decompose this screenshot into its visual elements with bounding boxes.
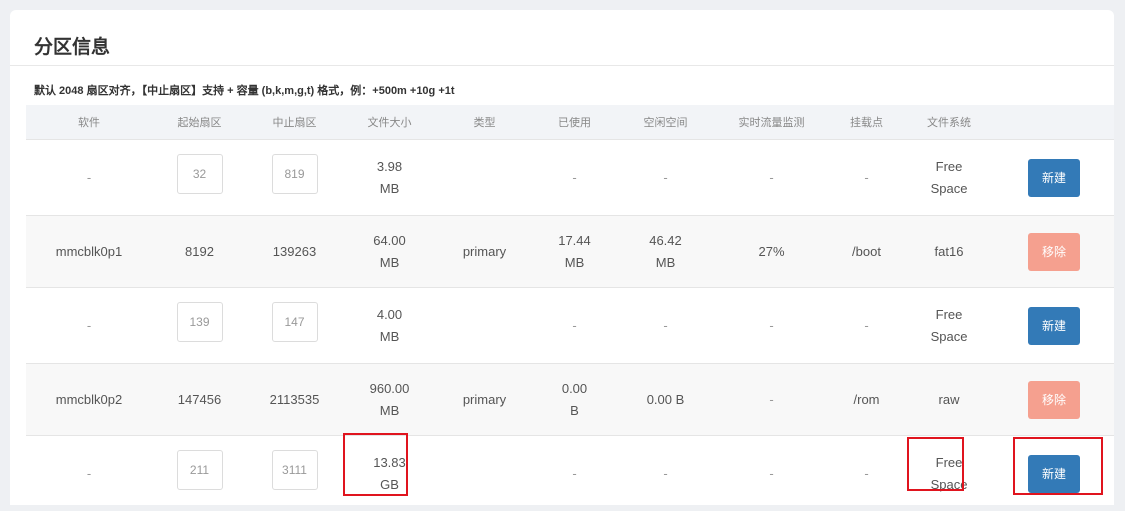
- table-row: mmcblk0p1 8192 139263 64.00MB primary 17…: [26, 216, 1114, 288]
- cell-type: [437, 140, 532, 216]
- col-action: [994, 105, 1114, 140]
- partition-info-card: 分区信息 默认 2048 扇区对齐，【中止扇区】支持 + 容量 (b,k,m,g…: [10, 10, 1114, 505]
- col-type: 类型: [437, 105, 532, 140]
- alignment-note: 默认 2048 扇区对齐，【中止扇区】支持 + 容量 (b,k,m,g,t) 格…: [34, 82, 455, 98]
- cell-filesystem: raw: [904, 364, 994, 436]
- table-header-row: 软件 起始扇区 中止扇区 文件大小 类型 已使用 空闲空间 实时流量监测 挂载点…: [26, 105, 1114, 140]
- cell-mount: -: [829, 140, 904, 216]
- cell-start-sector: 8192: [152, 216, 247, 288]
- col-software: 软件: [26, 105, 152, 140]
- cell-type: [437, 288, 532, 364]
- cell-mount: -: [829, 436, 904, 511]
- cell-free: 0.00 B: [617, 364, 714, 436]
- col-mount-point: 挂载点: [829, 105, 904, 140]
- cell-mount: /boot: [829, 216, 904, 288]
- cell-start-sector: 147456: [152, 364, 247, 436]
- cell-filesystem: FreeSpace: [904, 288, 994, 364]
- start-sector-input[interactable]: 32: [177, 154, 223, 194]
- cell-free: 46.42MB: [617, 216, 714, 288]
- cell-free: -: [617, 140, 714, 216]
- cell-type: primary: [437, 216, 532, 288]
- cell-used: 0.00B: [532, 364, 617, 436]
- cell-monitor: 27%: [714, 216, 829, 288]
- partition-table: 软件 起始扇区 中止扇区 文件大小 类型 已使用 空闲空间 实时流量监测 挂载点…: [26, 105, 1114, 511]
- col-free-space: 空闲空间: [617, 105, 714, 140]
- start-sector-input[interactable]: 139: [177, 302, 223, 342]
- table-row: - 32 819 3.98MB - - - - FreeSpace 新建: [26, 140, 1114, 216]
- cell-end-sector: 139263: [247, 216, 342, 288]
- start-sector-input[interactable]: 211: [177, 450, 223, 490]
- new-partition-button[interactable]: 新建: [1028, 455, 1080, 493]
- col-used: 已使用: [532, 105, 617, 140]
- cell-type: [437, 436, 532, 511]
- cell-filesystem: FreeSpace: [904, 140, 994, 216]
- new-partition-button[interactable]: 新建: [1028, 159, 1080, 197]
- col-start-sector: 起始扇区: [152, 105, 247, 140]
- cell-monitor: -: [714, 436, 829, 511]
- cell-size: 4.00MB: [342, 288, 437, 364]
- title-divider: [10, 65, 1114, 66]
- cell-monitor: -: [714, 140, 829, 216]
- col-end-sector: 中止扇区: [247, 105, 342, 140]
- col-filesystem: 文件系统: [904, 105, 994, 140]
- table-row: - 139 147 4.00MB - - - - FreeSpace 新建: [26, 288, 1114, 364]
- cell-end-sector: 2113535: [247, 364, 342, 436]
- end-sector-input[interactable]: 147: [272, 302, 318, 342]
- cell-software: mmcblk0p2: [26, 364, 152, 436]
- cell-used: -: [532, 436, 617, 511]
- cell-used: 17.44MB: [532, 216, 617, 288]
- cell-size: 64.00MB: [342, 216, 437, 288]
- cell-monitor: -: [714, 364, 829, 436]
- cell-size: 13.83GB: [342, 436, 437, 511]
- col-file-size: 文件大小: [342, 105, 437, 140]
- cell-software: mmcblk0p1: [26, 216, 152, 288]
- table-row: mmcblk0p2 147456 2113535 960.00MB primar…: [26, 364, 1114, 436]
- cell-monitor: -: [714, 288, 829, 364]
- cell-used: -: [532, 140, 617, 216]
- cell-mount: /rom: [829, 364, 904, 436]
- page-title: 分区信息: [34, 32, 110, 59]
- cell-used: -: [532, 288, 617, 364]
- new-partition-button[interactable]: 新建: [1028, 307, 1080, 345]
- end-sector-input[interactable]: 3111: [272, 450, 318, 490]
- cell-filesystem: FreeSpace: [904, 436, 994, 511]
- cell-type: primary: [437, 364, 532, 436]
- cell-free: -: [617, 436, 714, 511]
- end-sector-input[interactable]: 819: [272, 154, 318, 194]
- remove-partition-button[interactable]: 移除: [1028, 381, 1080, 419]
- cell-free: -: [617, 288, 714, 364]
- cell-size: 3.98MB: [342, 140, 437, 216]
- cell-filesystem: fat16: [904, 216, 994, 288]
- remove-partition-button[interactable]: 移除: [1028, 233, 1080, 271]
- cell-software: -: [26, 140, 152, 216]
- cell-software: -: [26, 436, 152, 511]
- cell-mount: -: [829, 288, 904, 364]
- col-traffic-monitor: 实时流量监测: [714, 105, 829, 140]
- cell-size: 960.00MB: [342, 364, 437, 436]
- table-row: - 211 3111 13.83GB - - - - FreeSpace 新建: [26, 436, 1114, 511]
- cell-software: -: [26, 288, 152, 364]
